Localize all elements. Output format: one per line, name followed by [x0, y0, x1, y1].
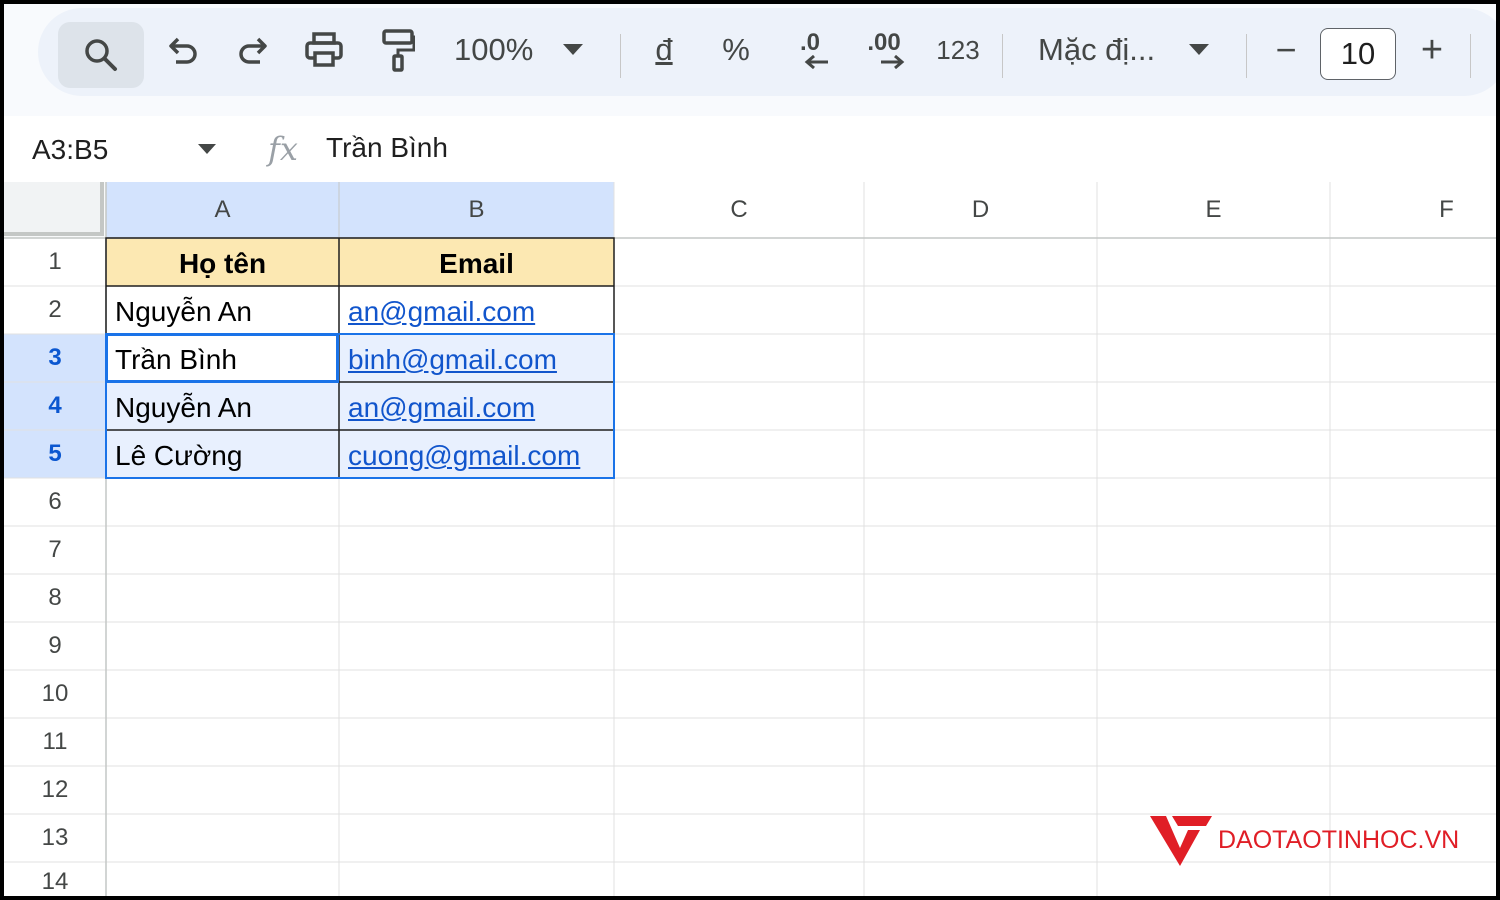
column-header-b[interactable]: B: [339, 182, 614, 238]
name-box-dropdown-icon[interactable]: [198, 144, 216, 154]
cell-b1[interactable]: Email: [339, 240, 614, 288]
row-header-9[interactable]: 9: [4, 622, 106, 670]
more-formats-button[interactable]: 123: [930, 26, 986, 74]
increase-decimal-button[interactable]: .00: [856, 26, 912, 74]
search-icon: [85, 39, 117, 71]
zoom-value: 100%: [454, 32, 534, 67]
more-formats-label: 123: [936, 34, 980, 65]
row-header-13[interactable]: 13: [4, 814, 106, 862]
cell-b2[interactable]: an@gmail.com: [348, 288, 612, 336]
arrow-left-icon: [804, 55, 828, 69]
cell-a5[interactable]: Lê Cường: [115, 432, 337, 480]
row-header-11[interactable]: 11: [4, 718, 106, 766]
cell-a1[interactable]: Họ tên: [106, 240, 339, 288]
column-header-d[interactable]: D: [864, 182, 1097, 238]
currency-format-button[interactable]: đ: [646, 26, 682, 74]
column-header-c[interactable]: C: [614, 182, 864, 238]
row-header-2[interactable]: 2: [4, 286, 106, 334]
decrease-decimal-icon: .0: [799, 29, 820, 56]
plus-icon: +: [1420, 28, 1444, 71]
decrease-decimal-button[interactable]: .0: [784, 26, 836, 74]
decrease-font-size-button[interactable]: −: [1266, 26, 1306, 74]
percent-format-button[interactable]: %: [714, 26, 758, 74]
cell-a2[interactable]: Nguyễn An: [115, 288, 337, 336]
name-box[interactable]: A3:B5: [32, 134, 108, 166]
row-header-7[interactable]: 7: [4, 526, 106, 574]
toolbar-separator: [1246, 34, 1247, 78]
row-header-10[interactable]: 10: [4, 670, 106, 718]
minus-icon: −: [1275, 29, 1297, 70]
toolbar-separator: [620, 34, 621, 78]
cell-a4[interactable]: Nguyễn An: [115, 384, 337, 432]
cell-b4[interactable]: an@gmail.com: [348, 384, 612, 432]
redo-button[interactable]: [230, 26, 276, 74]
row-header-12[interactable]: 12: [4, 766, 106, 814]
toolbar: 100% đ % .0 .00 123 Mặc đị... − 10 +: [4, 4, 1496, 116]
spreadsheet-window: 100% đ % .0 .00 123 Mặc đị... − 10 + A3:…: [4, 4, 1496, 896]
cell-a3[interactable]: Trần Bình: [115, 336, 337, 384]
font-size-input[interactable]: 10: [1320, 28, 1396, 80]
brand-logo-icon: [1150, 816, 1212, 866]
increase-font-size-button[interactable]: +: [1412, 26, 1452, 74]
column-header-a[interactable]: A: [106, 182, 339, 238]
formula-input[interactable]: Trần Bình: [326, 132, 448, 164]
toolbar-separator: [1002, 34, 1003, 78]
chevron-down-icon: [563, 44, 584, 55]
row-header-1[interactable]: 1: [4, 238, 106, 286]
redo-icon: [239, 37, 267, 64]
column-header-f[interactable]: F: [1330, 182, 1496, 238]
paint-format-icon: [382, 29, 415, 72]
font-family-select[interactable]: Mặc đị...: [1030, 26, 1230, 74]
row-header-14[interactable]: 14: [4, 862, 106, 896]
undo-icon: [169, 37, 197, 64]
increase-decimal-icon: .00: [867, 29, 901, 56]
print-button[interactable]: [302, 26, 346, 74]
font-size-value: 10: [1340, 36, 1376, 71]
watermark-logo: DAOTAOTINHOC.VN: [1150, 812, 1459, 868]
row-header-5[interactable]: 5: [4, 430, 106, 478]
arrow-right-icon: [881, 55, 905, 69]
row-header-8[interactable]: 8: [4, 574, 106, 622]
fx-icon: fx: [268, 130, 298, 168]
row-header-3[interactable]: 3: [4, 334, 106, 382]
search-menus-button[interactable]: [58, 22, 144, 88]
font-family-value: Mặc đị...: [1038, 32, 1156, 67]
paint-format-button[interactable]: [376, 26, 420, 74]
zoom-select[interactable]: 100%: [442, 26, 622, 74]
column-header-e[interactable]: E: [1097, 182, 1330, 238]
cell-b3[interactable]: binh@gmail.com: [348, 336, 612, 384]
currency-icon: đ: [655, 32, 673, 67]
sheet-grid[interactable]: A B C D E F 1 2 3 4 5 6 7 8 9 10 11 12 1…: [4, 182, 1496, 896]
toolbar-separator: [1470, 34, 1471, 78]
print-icon: [305, 32, 343, 67]
row-header-6[interactable]: 6: [4, 478, 106, 526]
cell-b5[interactable]: cuong@gmail.com: [348, 432, 612, 480]
percent-icon: %: [722, 32, 750, 67]
undo-button[interactable]: [160, 26, 206, 74]
formula-bar: A3:B5 fx Trần Bình: [4, 116, 1496, 183]
watermark-text: DAOTAOTINHOC.VN: [1218, 825, 1460, 854]
row-header-4[interactable]: 4: [4, 382, 106, 430]
chevron-down-icon: [1189, 44, 1210, 55]
